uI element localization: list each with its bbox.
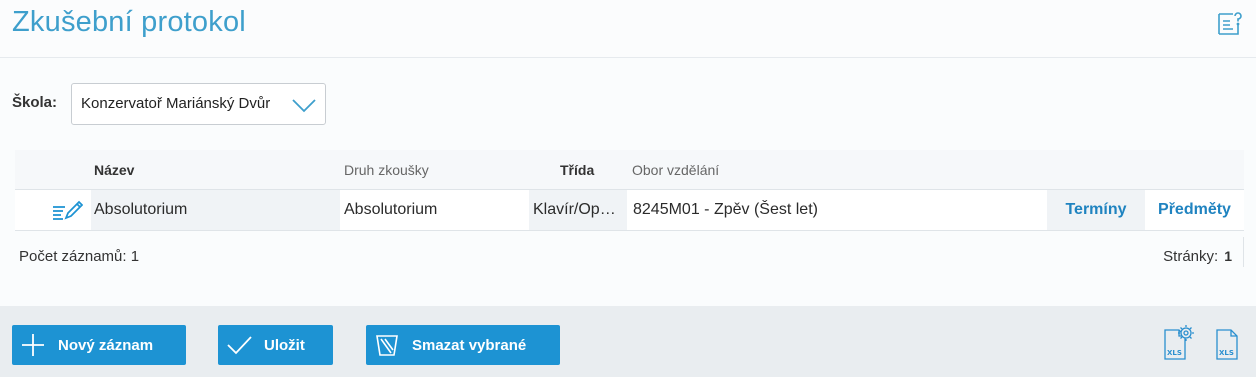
- cell-field: 8245M01 - Zpěv (Šest let): [633, 201, 818, 218]
- column-header-class[interactable]: Třída: [560, 162, 594, 178]
- delete-selected-label: Smazat vybrané: [412, 337, 527, 354]
- pages-label: Stránky:: [1163, 248, 1219, 265]
- record-count: Počet záznamů: 1: [19, 248, 140, 265]
- table-footer: Počet záznamů: 1 Stránky: 1: [15, 231, 1244, 281]
- divider: [1243, 237, 1244, 267]
- checkmark-icon: [227, 336, 252, 355]
- school-select-value: Konzervatoř Mariánský Dvůr: [81, 95, 271, 112]
- protocol-table: Název Druh zkoušky Třída Obor vzdělání A…: [15, 150, 1244, 281]
- subjects-link[interactable]: Předměty: [1145, 190, 1244, 230]
- xls-export-settings-icon[interactable]: XLS: [1162, 322, 1196, 362]
- table-row[interactable]: Absolutorium Absolutorium Klavír/Op… 824…: [15, 190, 1244, 231]
- page-number[interactable]: 1: [1224, 248, 1232, 264]
- plus-icon: [22, 334, 44, 356]
- page-title: Zkušební protokol: [12, 6, 246, 38]
- new-record-button[interactable]: Nový záznam: [12, 325, 186, 365]
- cell-class: Klavír/Op…: [529, 190, 627, 230]
- xls-text: XLS: [1219, 349, 1234, 357]
- column-header-name[interactable]: Název: [94, 162, 134, 178]
- xls-export-icon[interactable]: XLS: [1212, 322, 1242, 362]
- pagination: Stránky: 1: [1163, 248, 1232, 265]
- column-header-exam-type[interactable]: Druh zkoušky: [344, 162, 429, 178]
- edit-pencil-icon[interactable]: [51, 199, 83, 221]
- cell-name: Absolutorium: [91, 190, 340, 230]
- terms-link[interactable]: Termíny: [1047, 190, 1145, 230]
- new-record-label: Nový záznam: [58, 337, 154, 354]
- save-label: Uložit: [264, 337, 305, 354]
- school-select[interactable]: Konzervatoř Mariánský Dvůr: [71, 83, 326, 125]
- action-toolbar: Nový záznam Uložit Smazat vybrané XLS XL…: [0, 306, 1256, 377]
- trash-icon: [376, 335, 398, 356]
- xls-settings-text: XLS: [1167, 349, 1182, 357]
- table-header: Název Druh zkoušky Třída Obor vzdělání: [15, 150, 1244, 190]
- school-filter: Škola: Konzervatoř Mariánský Dvůr: [12, 83, 352, 125]
- delete-selected-button[interactable]: Smazat vybrané: [366, 325, 560, 365]
- save-button[interactable]: Uložit: [218, 325, 333, 365]
- help-notes-icon[interactable]: [1216, 10, 1244, 38]
- cell-exam-type: Absolutorium: [344, 201, 438, 218]
- page-header: Zkušební protokol: [0, 0, 1256, 58]
- chevron-down-icon: [292, 99, 316, 113]
- column-header-field[interactable]: Obor vzdělání: [632, 162, 719, 178]
- school-label: Škola:: [12, 94, 58, 111]
